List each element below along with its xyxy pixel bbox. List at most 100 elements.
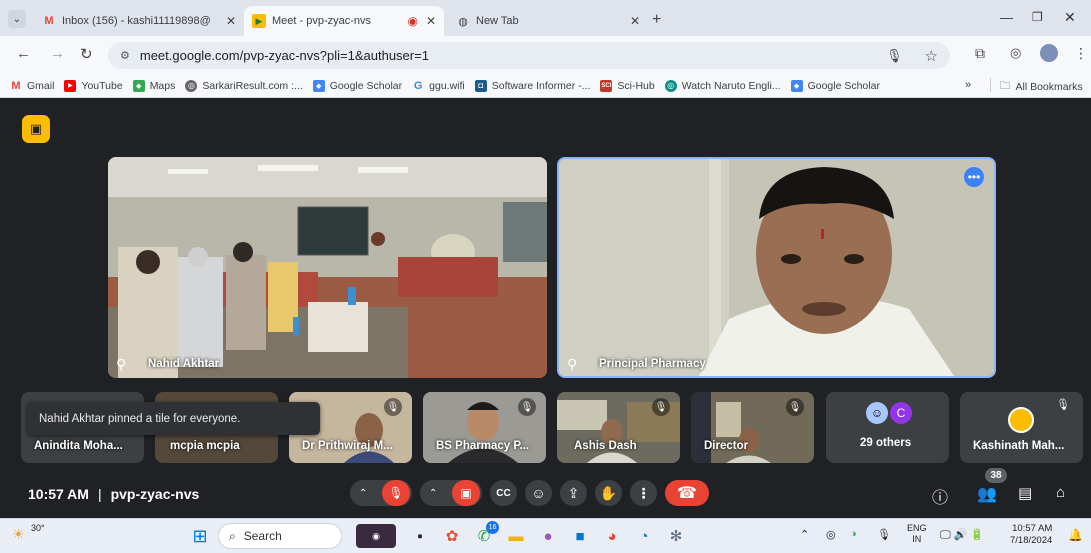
meeting-code: pvp-zyac-nvs: [110, 486, 200, 502]
widget-icon[interactable]: ◉: [356, 524, 396, 548]
mic-off-icon[interactable]: 🎙: [382, 480, 410, 506]
more-bookmarks-icon[interactable]: »: [965, 79, 971, 91]
bookmark-software-informer[interactable]: ◘ Software Informer -...: [474, 79, 590, 92]
tab-gmail[interactable]: M Inbox (156) - kashi11119898@ ✕: [34, 6, 244, 36]
mic-control-group: ⌃ 🎙: [350, 480, 412, 506]
app-icon[interactable]: ●: [536, 524, 560, 548]
bookmark-star-icon[interactable]: ☆: [925, 47, 938, 65]
microphone-icon[interactable]: 🎙: [886, 48, 903, 64]
small-tile-kashinath[interactable]: 🎙 Kashinath Mah...: [960, 392, 1083, 463]
back-icon[interactable]: ←: [16, 45, 31, 62]
pin-icon[interactable]: ⚲: [567, 356, 577, 373]
globe-icon: ◎: [185, 79, 198, 92]
participant-avatar: ☺: [866, 402, 888, 424]
file-explorer-icon[interactable]: ▬: [504, 524, 528, 548]
bookmark-label: Google Scholar: [807, 79, 880, 92]
clock-date: 7/18/2024: [1010, 535, 1053, 546]
camera-options-chevron-icon[interactable]: ⌃: [429, 488, 437, 499]
tray-mic-icon[interactable]: 🎙: [877, 528, 891, 541]
divider: [990, 78, 991, 92]
profile-avatar[interactable]: [1040, 44, 1058, 62]
edge-icon[interactable]: ◔: [632, 524, 656, 548]
separator: |: [97, 486, 102, 502]
tile-more-options-icon[interactable]: •••: [964, 167, 984, 187]
bookmark-sarkari[interactable]: ◎ SarkariResult.com :...: [185, 79, 303, 92]
weather-temp: 30°: [31, 523, 45, 533]
minimize-icon[interactable]: —: [1000, 10, 1013, 25]
menu-kebab-icon[interactable]: ⋮: [1074, 45, 1088, 62]
bookmark-label: Maps: [149, 79, 176, 92]
chrome-icon[interactable]: ◕: [600, 524, 624, 548]
people-count-badge: 38: [985, 468, 1007, 483]
site-info-icon[interactable]: ⚙: [120, 49, 130, 62]
leave-call-icon[interactable]: ☎: [665, 480, 709, 506]
bookmark-scholar[interactable]: ◆ Google Scholar: [312, 79, 402, 92]
settings-icon[interactable]: ✻: [664, 524, 688, 548]
meet-stage: ▣ ⚲ Nahid Akhtar ••• ⚲ Principal Pharmac…: [0, 99, 1091, 518]
small-tile-ashis-dash[interactable]: 🎙 Ashis Dash: [557, 392, 680, 463]
tab-meet[interactable]: ▶ Meet - pvp-zyac-nvs ◉ ✕: [244, 6, 444, 36]
raise-hand-icon[interactable]: ✋: [595, 480, 622, 506]
tray-overflow-icon[interactable]: ⌃: [800, 528, 809, 541]
taskbar-search[interactable]: ⌕ Search: [218, 523, 342, 549]
camera-off-icon[interactable]: ▣: [452, 480, 480, 506]
tray-app-icon[interactable]: ◎: [826, 528, 836, 541]
language-indicator[interactable]: ENG IN: [907, 523, 927, 545]
extensions-icon[interactable]: ⧉: [975, 45, 985, 62]
bookmark-scihub[interactable]: SCI Sci-Hub: [600, 79, 655, 92]
participant-name: Nahid Akhtar: [148, 358, 220, 370]
bookmark-youtube[interactable]: ▶ YouTube: [64, 79, 123, 92]
forward-icon[interactable]: →: [50, 45, 65, 62]
windows-start-icon[interactable]: ⊞: [188, 524, 212, 548]
pin-icon[interactable]: ⚲: [116, 356, 126, 373]
present-screen-icon[interactable]: ⇪: [560, 480, 587, 506]
principal-video: [559, 159, 994, 376]
tab-title: Inbox (156) - kashi11119898@: [62, 15, 211, 27]
bookmark-scholar-2[interactable]: ◆ Google Scholar: [790, 79, 880, 92]
participant-name: Principal Pharmacy: [599, 358, 706, 370]
bookmark-ggu[interactable]: Gggu.wifi: [412, 80, 465, 92]
reload-icon[interactable]: ↻: [80, 45, 93, 63]
people-icon[interactable]: 👥: [977, 484, 997, 504]
clock[interactable]: 10:57 AM 7/18/2024: [1010, 523, 1052, 547]
bookmark-naruto[interactable]: ◎ Watch Naruto Engli...: [664, 79, 781, 92]
mic-options-chevron-icon[interactable]: ⌃: [359, 488, 367, 499]
activities-icon[interactable]: ⌂: [1056, 484, 1065, 501]
bookmark-label: Sci-Hub: [617, 79, 655, 92]
participant-name: Kashinath Mah...: [973, 440, 1065, 452]
new-tab-icon[interactable]: +: [652, 11, 661, 29]
gmail-icon: M: [44, 15, 54, 27]
store-icon[interactable]: ■: [568, 524, 592, 548]
video-tile-nahid-akhtar[interactable]: ⚲ Nahid Akhtar: [108, 157, 547, 378]
emoji-reactions-icon[interactable]: ☺: [525, 480, 552, 506]
bookmark-gmail[interactable]: M Gmail: [10, 80, 54, 92]
bookmark-maps[interactable]: ◆ Maps: [132, 79, 176, 92]
close-window-icon[interactable]: ✕: [1064, 9, 1076, 26]
more-options-icon[interactable]: ⋮: [630, 480, 657, 506]
camera-off-indicator-icon[interactable]: ▣: [22, 115, 50, 143]
app-icon[interactable]: ▪: [408, 524, 432, 548]
all-bookmarks[interactable]: 🗀 All Bookmarks: [1000, 78, 1083, 96]
restore-icon[interactable]: ❐: [1032, 10, 1043, 24]
close-tab-icon[interactable]: ✕: [630, 14, 640, 28]
url-bar[interactable]: ⚙ meet.google.com/pvp-zyac-nvs?pli=1&aut…: [108, 42, 950, 69]
weather-icon[interactable]: ☀: [12, 526, 25, 543]
extension-icon[interactable]: ◎: [1010, 45, 1021, 61]
notification-bell-icon[interactable]: 🔔: [1068, 528, 1083, 542]
bookmark-label: YouTube: [81, 79, 123, 92]
chat-icon[interactable]: ▤: [1018, 484, 1032, 502]
close-tab-icon[interactable]: ✕: [226, 14, 236, 28]
close-tab-icon[interactable]: ✕: [426, 14, 436, 28]
video-tile-principal-pharmacy[interactable]: ••• ⚲ Principal Pharmacy: [557, 157, 996, 378]
small-tile-others[interactable]: ☺ C 29 others: [826, 392, 949, 463]
tray-app-icon[interactable]: ◑: [850, 528, 857, 540]
captions-icon[interactable]: CC: [490, 480, 517, 506]
tab-search-chevron-icon[interactable]: ⌄: [8, 10, 26, 28]
meeting-details-icon[interactable]: ⓘ: [932, 484, 948, 508]
network-volume-battery-icons[interactable]: 🖵 🔊 🔋: [940, 528, 984, 542]
small-tile-bs-pharmacy[interactable]: 🎙 BS Pharmacy P...: [423, 392, 546, 463]
tab-new-tab[interactable]: ◍ New Tab ✕: [448, 6, 648, 36]
recording-icon: ◉: [407, 14, 418, 28]
small-tile-director[interactable]: 🎙 Director: [691, 392, 814, 463]
app-icon[interactable]: ✿: [440, 524, 464, 548]
